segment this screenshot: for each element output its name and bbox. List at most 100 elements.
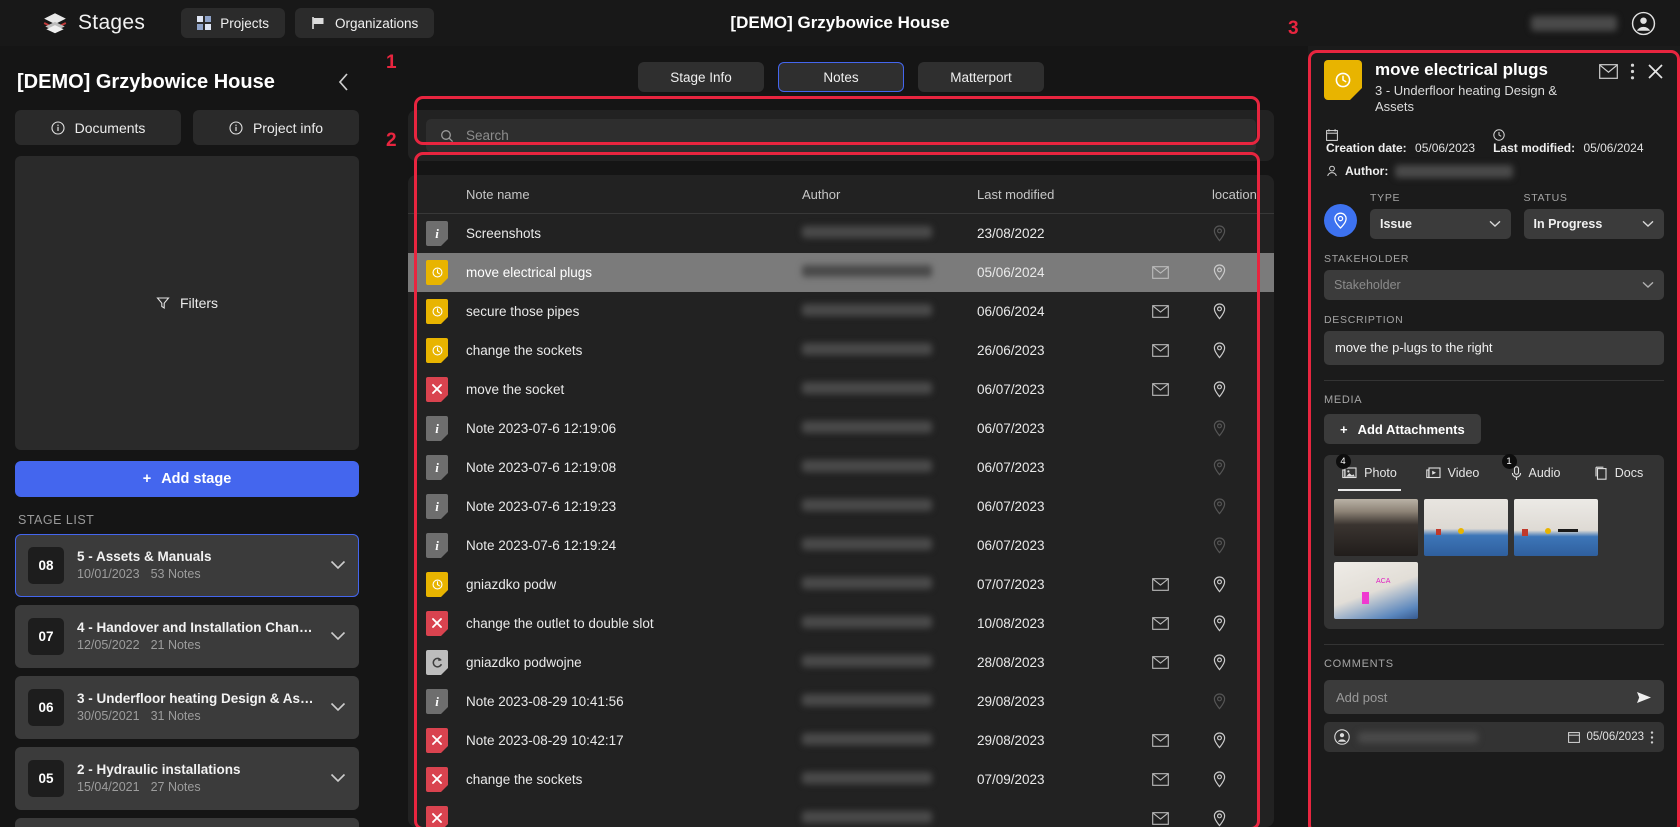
type-select[interactable]: Issue	[1370, 209, 1511, 240]
table-row[interactable]: i Note 2023-07-6 12:19:08 06/07/2023	[408, 448, 1274, 487]
note-mail-cell[interactable]	[1152, 604, 1212, 643]
stakeholder-select[interactable]: Stakeholder	[1324, 270, 1664, 301]
table-row[interactable]: Note 2023-08-29 10:42:17 29/08/2023	[408, 721, 1274, 760]
location-pin-icon[interactable]	[1212, 575, 1274, 593]
location-pin-icon[interactable]	[1212, 341, 1274, 359]
col-location[interactable]: location	[1212, 175, 1274, 214]
stage-item[interactable]: 08 5 - Assets & Manuals 10/01/2023 53 Notes	[15, 533, 359, 597]
stage-item[interactable]: 07 4 - Handover and Installation Changes 1…	[15, 604, 359, 668]
location-pin-icon[interactable]	[1212, 770, 1274, 788]
account-circle-icon[interactable]	[1631, 11, 1656, 36]
mail-icon[interactable]	[1152, 343, 1212, 357]
tab-notes[interactable]: Notes	[778, 62, 904, 92]
note-mail-cell[interactable]	[1152, 721, 1212, 760]
stage-item[interactable]: 06 3 - Underfloor heating Design & Assets…	[15, 675, 359, 739]
media-tab-photo[interactable]: 4 Photo	[1328, 454, 1411, 492]
note-location-cell[interactable]	[1212, 799, 1274, 827]
media-thumbnail[interactable]	[1424, 499, 1508, 557]
note-mail-cell[interactable]	[1152, 331, 1212, 370]
nav-organizations-button[interactable]: Organizations	[294, 8, 435, 38]
location-pin-icon[interactable]	[1212, 653, 1274, 671]
col-note-name[interactable]: Note name	[466, 175, 802, 214]
documents-button[interactable]: Documents	[15, 110, 181, 145]
stage-item[interactable]: 05 2 - Hydraulic installations 15/04/2021 2…	[15, 746, 359, 810]
add-stage-button[interactable]: + Add stage	[15, 460, 359, 497]
media-thumbnail[interactable]	[1514, 499, 1598, 557]
note-mail-cell[interactable]	[1152, 760, 1212, 799]
table-row[interactable]: i Note 2023-07-6 12:19:06 06/07/2023	[408, 409, 1274, 448]
chevron-down-icon[interactable]	[330, 560, 346, 570]
search-input[interactable]	[466, 128, 1242, 143]
mail-icon[interactable]	[1152, 382, 1212, 396]
filters-button[interactable]: Filters	[15, 156, 359, 450]
note-location-cell[interactable]	[1212, 526, 1274, 565]
mail-icon[interactable]	[1152, 811, 1212, 825]
tab-matterport[interactable]: Matterport	[918, 62, 1044, 92]
media-thumbnail[interactable]	[1334, 499, 1418, 557]
location-pin-icon[interactable]	[1212, 419, 1274, 437]
table-row[interactable]: i Note 2023-07-6 12:19:23 06/07/2023	[408, 487, 1274, 526]
add-post-box[interactable]	[1324, 680, 1664, 715]
send-icon[interactable]	[1636, 691, 1652, 704]
location-pin-icon[interactable]	[1212, 497, 1274, 515]
note-mail-cell[interactable]	[1152, 565, 1212, 604]
media-thumbnail[interactable]: ACA	[1334, 562, 1418, 620]
mail-icon[interactable]	[1152, 655, 1212, 669]
tab-stage-info[interactable]: Stage Info	[638, 62, 764, 92]
table-row[interactable]: change the outlet to double slot 10/08/20…	[408, 604, 1274, 643]
stage-item[interactable]: 041 - Electrical installations25/03/2021…	[15, 817, 359, 827]
location-pin-icon[interactable]	[1212, 302, 1274, 320]
note-mail-cell[interactable]	[1152, 799, 1212, 827]
table-row[interactable]: move the socket 06/07/2023	[408, 370, 1274, 409]
location-pin-icon[interactable]	[1212, 263, 1274, 281]
mail-icon[interactable]	[1599, 64, 1618, 79]
project-info-button[interactable]: Project info	[193, 110, 359, 145]
more-vertical-icon[interactable]	[1650, 730, 1654, 744]
table-row[interactable]: move electrical plugs 05/06/2024	[408, 252, 1274, 292]
note-location-cell[interactable]	[1212, 409, 1274, 448]
media-tab-video[interactable]: Video	[1411, 455, 1494, 491]
note-location-cell[interactable]	[1212, 448, 1274, 487]
table-row[interactable]: gniazdko podw 07/07/2023	[408, 565, 1274, 604]
add-post-input[interactable]	[1336, 689, 1626, 705]
location-pin-icon[interactable]	[1212, 225, 1274, 242]
nav-projects-button[interactable]: Projects	[181, 8, 285, 38]
close-icon[interactable]	[1647, 63, 1664, 80]
location-pin-icon[interactable]	[1212, 536, 1274, 554]
table-row[interactable]: secure those pipes 06/06/2024	[408, 292, 1274, 331]
mail-icon[interactable]	[1152, 577, 1212, 591]
note-location-cell[interactable]	[1212, 370, 1274, 409]
note-location-cell[interactable]	[1212, 487, 1274, 526]
location-pin-icon[interactable]	[1212, 692, 1274, 710]
status-select[interactable]: In Progress	[1523, 209, 1664, 240]
location-pin-icon[interactable]	[1212, 614, 1274, 632]
note-location-cell[interactable]	[1212, 760, 1274, 799]
note-location-cell[interactable]	[1212, 721, 1274, 760]
note-location-cell[interactable]	[1212, 252, 1274, 292]
chevron-down-icon[interactable]	[330, 773, 346, 783]
table-row[interactable]: i Note 2023-07-6 12:19:24 06/07/2023	[408, 526, 1274, 565]
location-pin-icon[interactable]	[1212, 458, 1274, 476]
chevron-left-icon[interactable]	[331, 70, 357, 94]
note-location-cell[interactable]	[1212, 604, 1274, 643]
table-row[interactable]: i Note 2023-08-29 10:41:56 29/08/2023	[408, 682, 1274, 721]
note-location-cell[interactable]	[1212, 214, 1274, 253]
mail-icon[interactable]	[1152, 304, 1212, 318]
table-row[interactable]: change the sockets 26/06/2023	[408, 331, 1274, 370]
table-row[interactable]: gniazdko podwojne 28/08/2023	[408, 643, 1274, 682]
mail-icon[interactable]	[1152, 733, 1212, 747]
note-location-cell[interactable]	[1212, 331, 1274, 370]
mail-icon[interactable]	[1152, 772, 1212, 786]
location-pin-button[interactable]	[1324, 204, 1357, 238]
table-row[interactable]	[408, 799, 1274, 827]
col-last-modified[interactable]: Last modified	[977, 175, 1152, 214]
note-location-cell[interactable]	[1212, 292, 1274, 331]
add-attachments-button[interactable]: + Add Attachments	[1324, 414, 1481, 445]
note-location-cell[interactable]	[1212, 643, 1274, 682]
location-pin-icon[interactable]	[1212, 380, 1274, 398]
description-value[interactable]: move the p-lugs to the right	[1324, 331, 1664, 366]
note-mail-cell[interactable]	[1152, 643, 1212, 682]
media-tab-docs[interactable]: Docs	[1577, 455, 1660, 491]
chevron-down-icon[interactable]	[330, 702, 346, 712]
comment-item[interactable]: 05/06/2023	[1324, 722, 1664, 753]
